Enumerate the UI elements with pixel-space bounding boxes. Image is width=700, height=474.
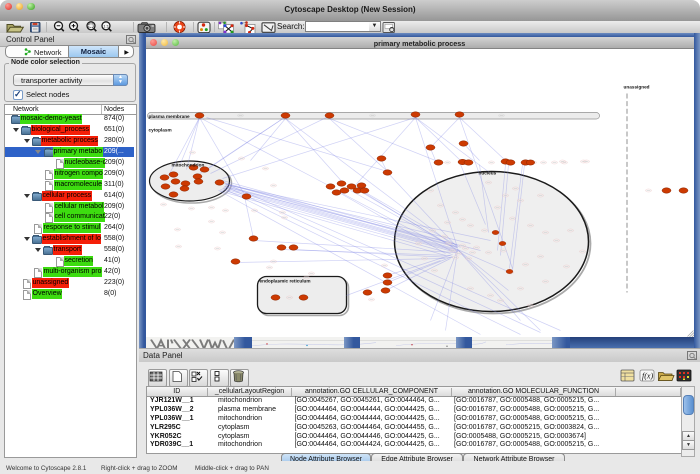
svg-text:mitochondrion: mitochondrion [171, 162, 204, 167]
svg-text:unassigned: unassigned [623, 84, 649, 89]
svg-text:endoplasmic reticulum: endoplasmic reticulum [259, 278, 310, 283]
svg-text:nucleus: nucleus [478, 170, 496, 175]
svg-text:f(x): f(x) [642, 371, 653, 380]
svg-text:plasma membrane: plasma membrane [148, 114, 190, 119]
svg-text:1:1: 1:1 [103, 24, 109, 29]
svg-text:cytoplasm: cytoplasm [148, 127, 171, 132]
